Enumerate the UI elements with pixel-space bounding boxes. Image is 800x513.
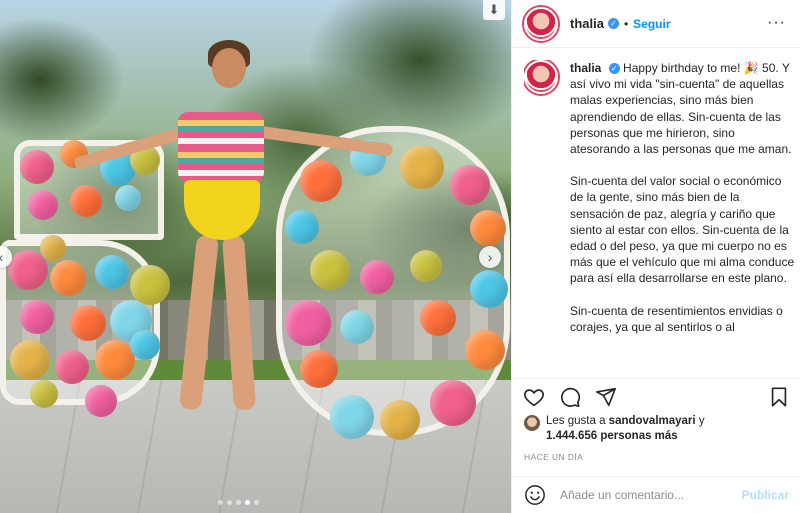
carousel-dot [218, 500, 223, 505]
post-timestamp[interactable]: HACE UN DÍA [524, 452, 583, 462]
caption-paragraph-1: thalia ✓ Happy birthday to me! 🎉 50. Y a… [570, 60, 796, 157]
post-sidebar: thalia ✓ • Seguir ··· thalia ✓ Happy bir… [511, 0, 800, 513]
balloon [20, 150, 54, 184]
balloon [70, 185, 102, 217]
balloon [400, 145, 444, 189]
comment-input[interactable] [560, 488, 742, 502]
balloon [360, 260, 394, 294]
balloon [465, 330, 505, 370]
balloon [470, 210, 506, 246]
caption-paragraph-2: Sin-cuenta del valor social o económico … [570, 174, 795, 286]
caption-text: thalia ✓ Happy birthday to me! 🎉 50. Y a… [570, 60, 796, 372]
verified-badge-icon: ✓ [607, 18, 619, 29]
balloon [28, 190, 58, 220]
balloon [430, 380, 476, 426]
liker-username[interactable]: sandovalmayari [609, 415, 696, 427]
caption-paragraph-1-text: Happy birthday to me! 🎉 50. Y así vivo m… [570, 61, 792, 157]
instagram-post: ⬇ ‹ › thalia ✓ • Seguir ··· thalia ✓ Hap… [0, 0, 800, 513]
person-leg-left [178, 234, 220, 411]
comment-bar: Publicar [512, 476, 800, 513]
username-link[interactable]: thalia [570, 16, 604, 31]
post-photo[interactable]: ⬇ ‹ › [0, 0, 511, 513]
balloon [380, 400, 420, 440]
caption: thalia ✓ Happy birthday to me! 🎉 50. Y a… [524, 60, 796, 372]
liker-avatar[interactable] [524, 415, 540, 431]
balloon [95, 340, 135, 380]
avatar[interactable] [524, 6, 558, 41]
balloon [8, 250, 48, 290]
action-bar [512, 378, 800, 414]
carousel-dot [236, 500, 241, 505]
balloon [55, 350, 89, 384]
balloon [420, 300, 456, 336]
carousel-dot [254, 500, 259, 505]
striped-top [178, 112, 264, 182]
share-icon[interactable] [594, 385, 618, 409]
person-figure [72, 30, 394, 430]
comment-icon[interactable] [558, 385, 582, 409]
balloon [50, 260, 86, 296]
download-icon[interactable]: ⬇ [483, 0, 505, 20]
balloon [10, 340, 50, 380]
balloon [30, 380, 58, 408]
verified-badge-icon: ✓ [608, 63, 620, 75]
balloon [70, 305, 106, 341]
post-header: thalia ✓ • Seguir ··· [512, 0, 800, 48]
ellipsis-icon[interactable]: ··· [767, 14, 786, 32]
balloon [450, 165, 490, 205]
follow-button[interactable]: Seguir [633, 17, 670, 31]
balloon [20, 300, 54, 334]
caption-paragraph-3: Sin-cuenta de resentimientos envidias o … [570, 303, 783, 334]
balloon [330, 395, 374, 439]
balloon [285, 300, 331, 346]
balloon [340, 310, 374, 344]
caption-avatar[interactable] [524, 60, 558, 94]
balloon [410, 250, 442, 282]
carousel-next-button[interactable]: › [479, 246, 501, 268]
likes-suffix: y [698, 415, 705, 427]
emoji-icon[interactable] [524, 484, 546, 506]
balloon [470, 270, 508, 308]
person-leg-right [221, 234, 257, 411]
carousel-dot [227, 500, 232, 505]
heart-icon[interactable] [522, 385, 546, 409]
likes-prefix: Les gusta a [546, 415, 606, 427]
separator-dot: • [623, 16, 629, 31]
balloon [115, 185, 141, 211]
balloon [300, 160, 342, 202]
balloon [310, 250, 350, 290]
carousel-dots [218, 500, 259, 505]
caption-username[interactable]: thalia [570, 61, 601, 75]
balloon [85, 385, 117, 417]
likes-summary: Les gusta a sandovalmayari y 1.444.656 p… [524, 414, 705, 444]
balloon [300, 350, 338, 388]
likes-text: Les gusta a sandovalmayari y 1.444.656 p… [546, 414, 705, 444]
likes-count[interactable]: 1.444.656 personas más [546, 430, 678, 442]
balloon [95, 255, 129, 289]
publish-button[interactable]: Publicar [742, 488, 789, 502]
person-head [212, 48, 246, 88]
carousel-dot [245, 500, 250, 505]
bookmark-icon[interactable] [767, 385, 791, 409]
yellow-swimsuit [184, 180, 260, 240]
balloon [285, 210, 319, 244]
